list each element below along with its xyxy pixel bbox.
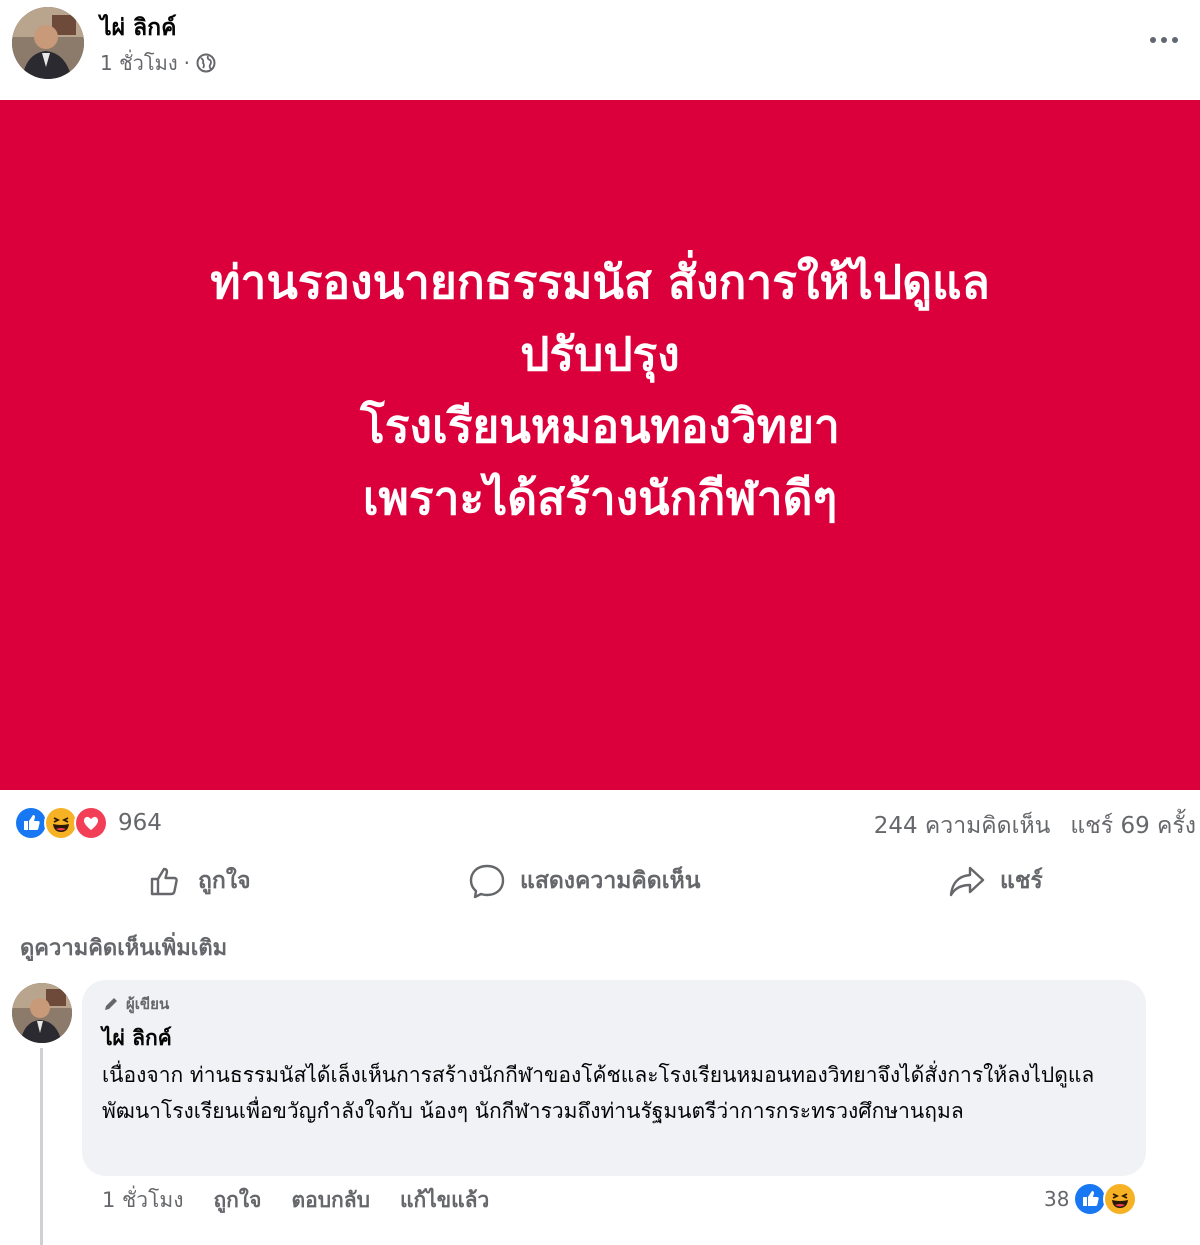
haha-icon [1103, 1182, 1138, 1216]
meta-separator: · [183, 51, 190, 75]
share-button[interactable]: แชร์ [948, 855, 1043, 907]
share-label: แชร์ [1000, 868, 1043, 894]
comment-reply-button[interactable]: ตอบกลับ [291, 1184, 370, 1217]
comment-actions: 1 ชั่วโมง ถูกใจ ตอบกลับ แก้ไขแล้ว [102, 1184, 489, 1217]
more-options-icon[interactable] [1144, 22, 1184, 58]
comment-text: เนื่องจาก ท่านธรรมนัสได้เล็งเห็นการสร้าง… [102, 1063, 1095, 1123]
post-action-bar: ถูกใจ แสดงความคิดเห็น แชร์ [0, 855, 1200, 907]
post-meta: 1 ชั่วโมง · [100, 47, 216, 79]
comment-bubble: ผู้เขียน ไผ่ ลิกค์ เนื่องจาก ท่านธรรมนัส… [82, 980, 1146, 1176]
comment-like-button[interactable]: ถูกใจ [213, 1184, 261, 1217]
card-line-1: ท่านรองนายกธรรมนัส สั่งการให้ไปดูแล [210, 255, 990, 309]
comment-edited-label[interactable]: แก้ไขแล้ว [400, 1184, 489, 1217]
post-text-card[interactable]: ท่านรองนายกธรรมนัส สั่งการให้ไปดูแล ปรับ… [0, 100, 1200, 790]
card-line-3: โรงเรียนหมอนทองวิทยา [360, 399, 840, 453]
comment-author[interactable]: ไผ่ ลิกค์ [102, 1022, 1126, 1055]
like-label: ถูกใจ [198, 868, 251, 894]
post-time[interactable]: 1 ชั่วโมง [100, 47, 178, 79]
share-count[interactable]: แชร์ 69 ครั้ง [1070, 808, 1196, 844]
commenter-avatar[interactable] [12, 983, 72, 1043]
pen-icon [105, 998, 117, 1010]
comment-reaction-count: 38 [1044, 1187, 1070, 1211]
post-header: ไผ่ ลิกค์ 1 ชั่วโมง · [0, 0, 1200, 100]
reaction-summary[interactable]: 964 [14, 806, 162, 840]
comment-thread-line [40, 1048, 43, 1245]
thumbs-up-icon [150, 867, 178, 896]
comment-count[interactable]: 244 ความคิดเห็น [874, 808, 1051, 844]
reaction-count: 964 [118, 810, 162, 836]
author-badge-label: ผู้เขียน [126, 995, 170, 1013]
comment-bubble-icon [469, 864, 505, 899]
comment-button[interactable]: แสดงความคิดเห็น [468, 855, 700, 907]
share-arrow-icon [949, 866, 985, 897]
author-name[interactable]: ไผ่ ลิกค์ [100, 10, 176, 46]
like-icon [1073, 1182, 1108, 1216]
author-badge: ผู้เขียน [102, 992, 1126, 1016]
globe-icon [196, 53, 216, 73]
comment-label: แสดงความคิดเห็น [520, 868, 701, 894]
author-avatar[interactable] [12, 7, 84, 79]
haha-icon [44, 806, 78, 840]
view-more-comments-link[interactable]: ดูความคิดเห็นเพิ่มเติม [20, 930, 227, 965]
comment-reactions[interactable]: 38 [1044, 1182, 1138, 1216]
reaction-icons [14, 806, 108, 840]
like-icon [14, 806, 48, 840]
card-line-4: เพราะได้สร้างนักกีฬาดีๆ [362, 471, 838, 525]
love-icon [74, 806, 108, 840]
comment-time[interactable]: 1 ชั่วโมง [102, 1184, 183, 1217]
like-button[interactable]: ถูกใจ [146, 855, 251, 907]
card-line-2: ปรับปรุง [520, 327, 680, 381]
post-stats: 244 ความคิดเห็น แชร์ 69 ครั้ง [874, 808, 1196, 844]
